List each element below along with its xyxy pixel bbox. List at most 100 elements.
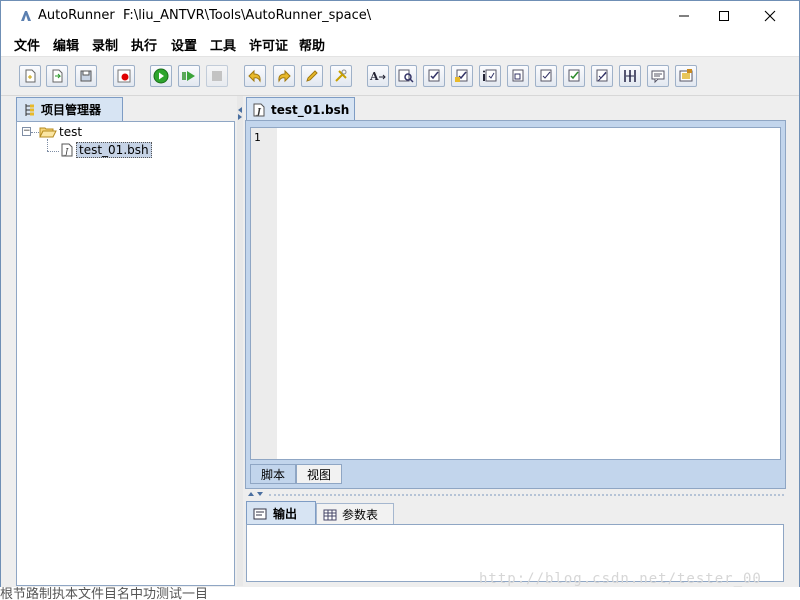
watermark: http://blog.csdn.net/tester_00: [479, 571, 762, 587]
redo-icon: [278, 69, 291, 83]
tab-project-manager[interactable]: 项目管理器: [16, 97, 123, 121]
tab-test-01-bsh[interactable]: J test_01.bsh: [246, 97, 355, 121]
splitter-grip: [269, 494, 784, 496]
record-icon: [117, 69, 131, 83]
menu-bar: 文件 编辑 录制 执行 设置 工具 许可证 帮助: [1, 31, 799, 56]
edit-button[interactable]: [301, 65, 323, 87]
script-file-icon: J: [61, 143, 73, 157]
split-icon: [624, 70, 636, 82]
project-manager-panel: 项目管理器 − test J test_01.bsh: [13, 96, 237, 586]
script-editor[interactable]: 1: [250, 127, 781, 460]
text-icon: A: [369, 70, 386, 83]
find-button[interactable]: [395, 65, 417, 87]
menu-license[interactable]: 许可证: [249, 35, 288, 54]
tree-expander[interactable]: −: [22, 127, 31, 136]
checkbox-button-2[interactable]: [535, 65, 557, 87]
menu-file[interactable]: 文件: [14, 35, 40, 54]
tab-label: 项目管理器: [41, 103, 102, 117]
close-icon: [764, 10, 776, 22]
stop-icon: [212, 71, 222, 81]
save-button[interactable]: [75, 65, 97, 87]
svg-text:A: A: [369, 70, 379, 83]
editor-panel: J test_01.bsh 1 脚本 视图: [243, 96, 788, 491]
tab-output[interactable]: 输出: [246, 501, 316, 525]
tab-label: 输出: [273, 507, 298, 521]
collapse-arrows-icon: [248, 492, 263, 496]
undo-icon: [248, 69, 261, 83]
table-icon: [323, 509, 337, 520]
line-number-gutter: 1: [251, 128, 277, 459]
main-window: AutoRunner F:\liu_ANTVR\Tools\AutoRunner…: [0, 0, 800, 588]
menu-edit[interactable]: 编辑: [53, 35, 79, 54]
new-file-icon: [25, 69, 36, 83]
background-text-strip: 根节路制执本文件目名中功测试一目: [0, 587, 800, 600]
project-tree-icon: [25, 103, 34, 116]
record-button[interactable]: [113, 65, 135, 87]
project-tree[interactable]: − test J test_01.bsh: [16, 121, 235, 586]
tools-icon: [335, 69, 347, 82]
tree-item-test-01-bsh[interactable]: test_01.bsh: [76, 142, 152, 158]
menu-record[interactable]: 录制: [92, 35, 118, 54]
tab-parameter-table[interactable]: 参数表: [316, 503, 394, 525]
info-icon: [483, 69, 497, 82]
redo-button[interactable]: [273, 65, 295, 87]
tab-label: 参数表: [342, 508, 379, 522]
menu-tools[interactable]: 工具: [210, 35, 236, 54]
step-run-button[interactable]: [178, 65, 200, 87]
checkbox-icon: [540, 69, 552, 82]
window-title: AutoRunner F:\liu_ANTVR\Tools\AutoRunner…: [38, 8, 372, 23]
line-number: 1: [254, 131, 261, 144]
image-button[interactable]: [675, 65, 697, 87]
image-icon: [679, 69, 693, 82]
tab-label: test_01.bsh: [271, 102, 350, 117]
new-file-button[interactable]: [19, 65, 41, 87]
check-button-2[interactable]: [451, 65, 473, 87]
tree-connector: [47, 151, 59, 152]
menu-settings[interactable]: 设置: [171, 35, 197, 54]
console-icon: [253, 508, 267, 519]
comment-button[interactable]: [647, 65, 669, 87]
check-icon: [428, 69, 440, 82]
background-text: 根节路制执本文件目名中功测试一目: [0, 587, 209, 600]
toolbar: A: [1, 56, 799, 96]
open-file-icon: [52, 69, 63, 83]
tab-script[interactable]: 脚本: [250, 464, 296, 484]
split-button[interactable]: [619, 65, 641, 87]
check-icon: [455, 69, 468, 82]
checkbox-button-1[interactable]: [507, 65, 529, 87]
tree-connector: [31, 132, 39, 133]
info-button[interactable]: [479, 65, 501, 87]
title-bar: AutoRunner F:\liu_ANTVR\Tools\AutoRunner…: [1, 1, 799, 31]
editor-frame: 1 脚本 视图: [245, 120, 786, 489]
comment-icon: [651, 70, 665, 84]
tree-connector: [47, 139, 48, 151]
maximize-icon: [719, 11, 729, 21]
checkbox-icon: [596, 69, 608, 82]
open-file-button[interactable]: [46, 65, 68, 87]
folder-open-icon: [39, 127, 57, 138]
run-icon: [153, 68, 169, 84]
check-button-1[interactable]: [423, 65, 445, 87]
tools-button[interactable]: [330, 65, 352, 87]
menu-run[interactable]: 执行: [131, 35, 157, 54]
menu-help[interactable]: 帮助: [299, 35, 325, 54]
maximize-button[interactable]: [701, 1, 747, 31]
checkbox-button-4[interactable]: [591, 65, 613, 87]
stop-button[interactable]: [206, 65, 228, 87]
checkbox-icon: [568, 69, 580, 82]
script-file-icon: J: [253, 103, 265, 116]
autorunner-logo-icon: [21, 11, 31, 21]
step-run-icon: [182, 71, 195, 81]
save-icon: [80, 70, 92, 82]
close-button[interactable]: [747, 1, 793, 31]
checkbox-icon: [512, 69, 524, 82]
minimize-icon: [679, 15, 689, 17]
undo-button[interactable]: [244, 65, 266, 87]
tab-view[interactable]: 视图: [296, 464, 342, 484]
tree-item-test[interactable]: test: [59, 125, 82, 139]
checkbox-button-3[interactable]: [563, 65, 585, 87]
text-button[interactable]: A: [367, 65, 389, 87]
find-icon: [398, 69, 414, 83]
horizontal-splitter[interactable]: [243, 491, 788, 499]
run-button[interactable]: [150, 65, 172, 87]
